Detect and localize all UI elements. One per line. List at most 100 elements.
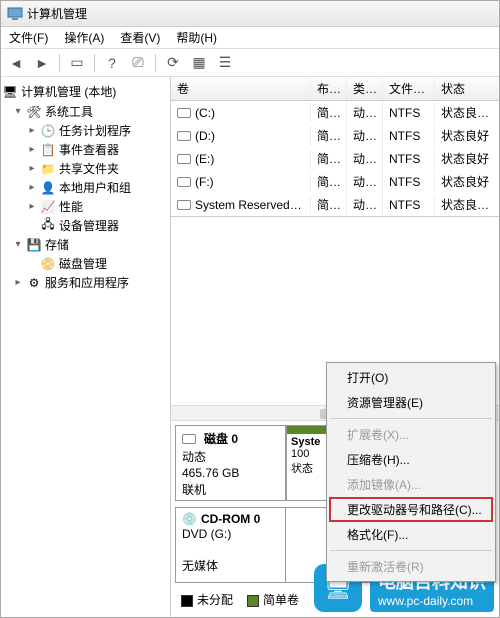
expander-icon[interactable]: ▸ <box>27 144 37 155</box>
partition-label: Syste <box>291 436 320 448</box>
volume-icon <box>177 177 191 187</box>
cell: 状态良好 <box>435 124 499 147</box>
expander-icon[interactable]: ▸ <box>27 163 37 174</box>
cell: NTFS <box>383 195 435 215</box>
device-icon: 🖧 <box>41 219 55 233</box>
disk-title: CD-ROM 0 <box>201 512 260 526</box>
menu-file[interactable]: 文件(F) <box>5 27 52 48</box>
col-fs[interactable]: 文件系统 <box>383 77 435 100</box>
cdrom-icon: 💿 <box>182 512 197 526</box>
col-status[interactable]: 状态 <box>435 77 499 100</box>
partition-size: 100 <box>291 448 309 460</box>
cell: (D:) <box>195 129 215 143</box>
navigation-tree[interactable]: 🖥 计算机管理 (本地) ▾🛠系统工具 ▸🕒任务计划程序 ▸📋事件查看器 ▸📁共… <box>1 77 171 617</box>
refresh-icon[interactable]: ⟳ <box>162 52 184 74</box>
expander-icon[interactable]: ▸ <box>27 182 37 193</box>
toolbar-separator <box>155 54 156 72</box>
users-icon: 👤 <box>41 181 55 195</box>
toolbar-separator <box>59 54 60 72</box>
legend-swatch-black <box>181 595 193 607</box>
cell: 简单 <box>311 101 347 124</box>
volume-row[interactable]: (C:) 简单动态NTFS状态良好 (启动, <box>171 101 499 124</box>
disk-status: 联机 <box>182 481 279 498</box>
clock-icon: 🕒 <box>41 124 55 138</box>
tree-item-label: 服务和应用程序 <box>45 274 129 291</box>
disk-size: 465.76 GB <box>182 466 279 480</box>
ctx-shrink-volume[interactable]: 压缩卷(H)... <box>329 447 493 472</box>
tree-task-scheduler[interactable]: ▸🕒任务计划程序 <box>3 121 168 140</box>
forward-icon[interactable]: ► <box>31 52 53 74</box>
perf-icon: 📈 <box>41 200 55 214</box>
legend-label: 简单卷 <box>263 593 299 607</box>
col-type[interactable]: 类型 <box>347 77 383 100</box>
legend-unallocated: 未分配 <box>181 591 233 608</box>
ctx-reactivate: 重新激活卷(R) <box>329 554 493 579</box>
context-menu: 打开(O) 资源管理器(E) 扩展卷(X)... 压缩卷(H)... 添加镜像(… <box>326 362 496 582</box>
expander-icon[interactable]: ▾ <box>13 239 23 250</box>
menu-action[interactable]: 操作(A) <box>60 27 108 48</box>
tree-event-viewer[interactable]: ▸📋事件查看器 <box>3 140 168 159</box>
window-title: 计算机管理 <box>27 5 87 22</box>
disk-icon <box>182 434 196 444</box>
disk-type: 动态 <box>182 448 279 465</box>
expander-icon[interactable]: ▸ <box>27 125 37 136</box>
tree-shared-folders[interactable]: ▸ 📁 共享文件夹 <box>3 159 168 178</box>
volume-list: 卷 布局 类型 文件系统 状态 (C:)简单动态NTFS状态良好 (启动, (D… <box>171 77 499 217</box>
ctx-change-drive-letter[interactable]: 更改驱动器号和路径(C)... <box>329 497 493 522</box>
cell: 动态 <box>347 147 383 170</box>
event-icon: 📋 <box>41 143 55 157</box>
cell: 动态 <box>347 101 383 124</box>
tree-system-tools[interactable]: ▾🛠系统工具 <box>3 102 168 121</box>
tree-device-manager[interactable]: 🖧设备管理器 <box>3 216 168 235</box>
tree-services[interactable]: ▸ ⚙ 服务和应用程序 <box>3 273 168 292</box>
tree-item-label: 存储 <box>45 236 69 253</box>
menu-view[interactable]: 查看(V) <box>116 27 164 48</box>
cell: 动态 <box>347 124 383 147</box>
tree-performance[interactable]: ▸📈性能 <box>3 197 168 216</box>
volume-row[interactable]: (E:)简单动态NTFS状态良好 <box>171 147 499 170</box>
menu-help[interactable]: 帮助(H) <box>172 27 221 48</box>
cell: 状态良好 (启动, <box>435 101 499 124</box>
folder-icon: 📁 <box>41 162 55 176</box>
cell: NTFS <box>383 149 435 169</box>
volume-row[interactable]: (D:)简单动态NTFS状态良好 <box>171 124 499 147</box>
col-layout[interactable]: 布局 <box>311 77 347 100</box>
disk-mgmt-icon: 📀 <box>41 257 55 271</box>
col-volume[interactable]: 卷 <box>171 77 311 100</box>
titlebar: 计算机管理 <box>1 1 499 27</box>
expander-icon[interactable]: ▸ <box>27 201 37 212</box>
ctx-open[interactable]: 打开(O) <box>329 365 493 390</box>
volume-row[interactable]: (F:)简单动态NTFS状态良好 <box>171 170 499 193</box>
view-icon[interactable]: ⎚ <box>127 52 149 74</box>
expander-icon[interactable]: ▸ <box>13 277 23 288</box>
ctx-format[interactable]: 格式化(F)... <box>329 522 493 547</box>
legend-swatch-olive <box>247 595 259 607</box>
tree-root[interactable]: 🖥 计算机管理 (本地) <box>3 81 168 102</box>
disk-view-icon[interactable]: ▦ <box>188 52 210 74</box>
cell: 状态良好 <box>435 170 499 193</box>
back-icon[interactable]: ◄ <box>5 52 27 74</box>
legend-simple: 简单卷 <box>247 591 299 608</box>
computer-icon: 🖥 <box>3 85 17 99</box>
tree-storage[interactable]: ▾💾存储 <box>3 235 168 254</box>
cell: NTFS <box>383 103 435 123</box>
tree-item-label: 共享文件夹 <box>59 160 119 177</box>
settings-icon[interactable]: ☰ <box>214 52 236 74</box>
tree-disk-management[interactable]: 📀磁盘管理 <box>3 254 168 273</box>
ctx-explore[interactable]: 资源管理器(E) <box>329 390 493 415</box>
help-icon[interactable]: ? <box>101 52 123 74</box>
ctx-add-mirror: 添加镜像(A)... <box>329 472 493 497</box>
cell: (C:) <box>195 106 215 120</box>
disk-info-panel[interactable]: 磁盘 0 动态 465.76 GB 联机 <box>176 426 286 500</box>
properties-icon[interactable]: ▭ <box>66 52 88 74</box>
disk-title: 磁盘 0 <box>204 430 238 447</box>
disk-info-panel[interactable]: 💿CD-ROM 0 DVD (G:) 无媒体 <box>176 508 286 582</box>
tools-icon: 🛠 <box>27 105 41 119</box>
expander-icon[interactable]: ▾ <box>13 106 23 117</box>
toolbar: ◄ ► ▭ ? ⎚ ⟳ ▦ ☰ <box>1 49 499 77</box>
cell: (E:) <box>195 152 214 166</box>
volume-row[interactable]: System Reserved (H:)简单动态NTFS状态良好 (系统) <box>171 193 499 216</box>
tree-local-users[interactable]: ▸👤本地用户和组 <box>3 178 168 197</box>
volume-icon <box>177 154 191 164</box>
services-icon: ⚙ <box>27 276 41 290</box>
